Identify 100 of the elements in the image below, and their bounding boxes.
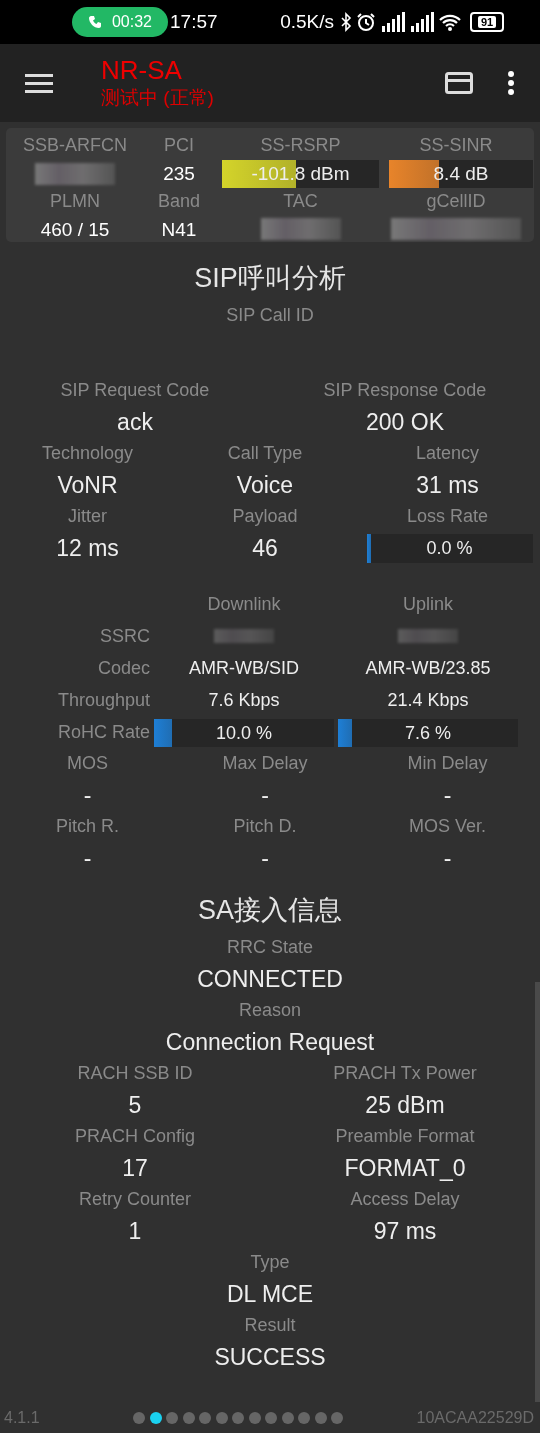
field-label: Type (250, 1251, 290, 1274)
field-label: Preamble Format (335, 1125, 475, 1148)
field-label: SIP Request Code (60, 379, 210, 402)
network-speed: 0.5K/s (280, 11, 334, 33)
field-value: 235 (163, 162, 195, 186)
alarm-icon (356, 12, 376, 32)
field-label: Pitch D. (233, 815, 297, 838)
phone-icon (87, 15, 102, 29)
field-value: - (83, 781, 92, 810)
card-icon (445, 71, 473, 95)
field-value: - (261, 844, 269, 873)
field-label: Access Delay (350, 1188, 460, 1211)
clock-time: 17:57 (170, 11, 218, 33)
field-value: SUCCESS (214, 1343, 326, 1372)
field-value: - (443, 781, 452, 810)
field-value: 97 ms (373, 1217, 437, 1246)
page-dot[interactable] (298, 1412, 311, 1424)
field-label: PCI (164, 134, 194, 157)
field-value: CONNECTED (197, 965, 343, 994)
version-label: 4.1.1 (4, 1409, 40, 1427)
app-title: NR-SA (101, 55, 183, 85)
row-label: Throughput (56, 689, 150, 712)
field-label: Latency (415, 442, 479, 465)
signal-icon (380, 12, 405, 32)
bluetooth-icon (340, 12, 352, 32)
section-title: SA接入信息 (197, 894, 343, 927)
page-dot[interactable] (199, 1412, 212, 1424)
field-value: 46 (252, 534, 278, 563)
page-dot[interactable] (248, 1412, 261, 1424)
column-header: Uplink (402, 593, 454, 616)
field-label: Jitter (68, 505, 107, 528)
field-label: MOS Ver. (409, 815, 486, 838)
field-value: 25 dBm (365, 1091, 445, 1120)
field-label: MOS (67, 752, 108, 775)
page-dot[interactable] (314, 1412, 327, 1424)
page-dot[interactable] (232, 1412, 245, 1424)
meter-reading: 7.6 % (405, 722, 451, 744)
field-label: PRACH Tx Power (333, 1062, 477, 1085)
page-dot[interactable] (149, 1412, 162, 1424)
field-label: gCellID (426, 190, 486, 213)
field-value: - (443, 844, 452, 873)
column-header: Downlink (206, 593, 282, 616)
field-value: 17 (122, 1154, 148, 1183)
field-label: SIP Call ID (225, 304, 315, 327)
page-dot[interactable] (215, 1412, 228, 1424)
field-label: Band (157, 190, 200, 213)
field-label: RRC State (227, 936, 313, 959)
scroll-thumb[interactable] (535, 982, 540, 1402)
field-label: Call Type (227, 442, 303, 465)
row-label: SSRC (99, 625, 150, 648)
field-value: 12 ms (56, 534, 119, 563)
page-dot[interactable] (133, 1412, 146, 1424)
page-dot[interactable] (166, 1412, 179, 1424)
field-label: Loss Rate (406, 505, 488, 528)
blurred-value (214, 629, 274, 643)
field-value: - (261, 781, 269, 810)
more-icon (507, 70, 515, 96)
menu-icon (25, 72, 53, 94)
field-label: Min Delay (407, 752, 488, 775)
device-id: 10ACAA22529D (416, 1409, 534, 1427)
page-dot[interactable] (281, 1412, 294, 1424)
field-value: 31 ms (416, 471, 479, 500)
field-label: PLMN (50, 190, 100, 213)
blurred-value (398, 629, 458, 643)
field-label: Technology (41, 442, 134, 465)
field-value: 1 (128, 1217, 142, 1246)
field-label: Pitch R. (56, 815, 119, 838)
field-label: Payload (232, 505, 298, 528)
field-label: SSB-ARFCN (23, 134, 127, 157)
field-value: 5 (128, 1091, 142, 1120)
field-label: RACH SSB ID (77, 1062, 193, 1085)
field-value: FORMAT_0 (344, 1154, 466, 1183)
field-label: TAC (283, 190, 318, 213)
field-label: PRACH Config (74, 1125, 195, 1148)
field-label: Reason (238, 999, 301, 1022)
field-value: Connection Request (165, 1028, 375, 1057)
table-cell: AMR-WB/SID (189, 657, 299, 679)
field-label: Retry Counter (78, 1188, 191, 1211)
test-status: 测试中 (正常) (101, 86, 215, 110)
field-value: N41 (161, 218, 197, 242)
field-label: SS-RSRP (260, 134, 341, 157)
page-dot[interactable] (265, 1412, 278, 1424)
page-dot[interactable] (331, 1412, 344, 1424)
field-value: DL MCE (226, 1280, 314, 1309)
row-label: Codec (96, 657, 150, 680)
field-value: 460 / 15 (40, 218, 110, 242)
field-label: Result (244, 1314, 296, 1337)
row-label: RoHC Rate (56, 721, 150, 744)
field-value: - (83, 844, 92, 873)
field-label: SIP Response Code (323, 379, 487, 402)
field-value: VoNR (57, 471, 118, 500)
field-label: SS-SINR (419, 134, 493, 157)
call-timer[interactable]: 00:32 (72, 7, 168, 37)
field-value: ack (117, 408, 153, 437)
field-value: 200 OK (366, 408, 444, 437)
wifi-icon (438, 12, 462, 32)
battery-indicator: 91 (470, 12, 504, 32)
table-cell: 21.4 Kbps (387, 689, 469, 711)
page-dot[interactable] (182, 1412, 195, 1424)
field-value: Voice (236, 471, 294, 500)
